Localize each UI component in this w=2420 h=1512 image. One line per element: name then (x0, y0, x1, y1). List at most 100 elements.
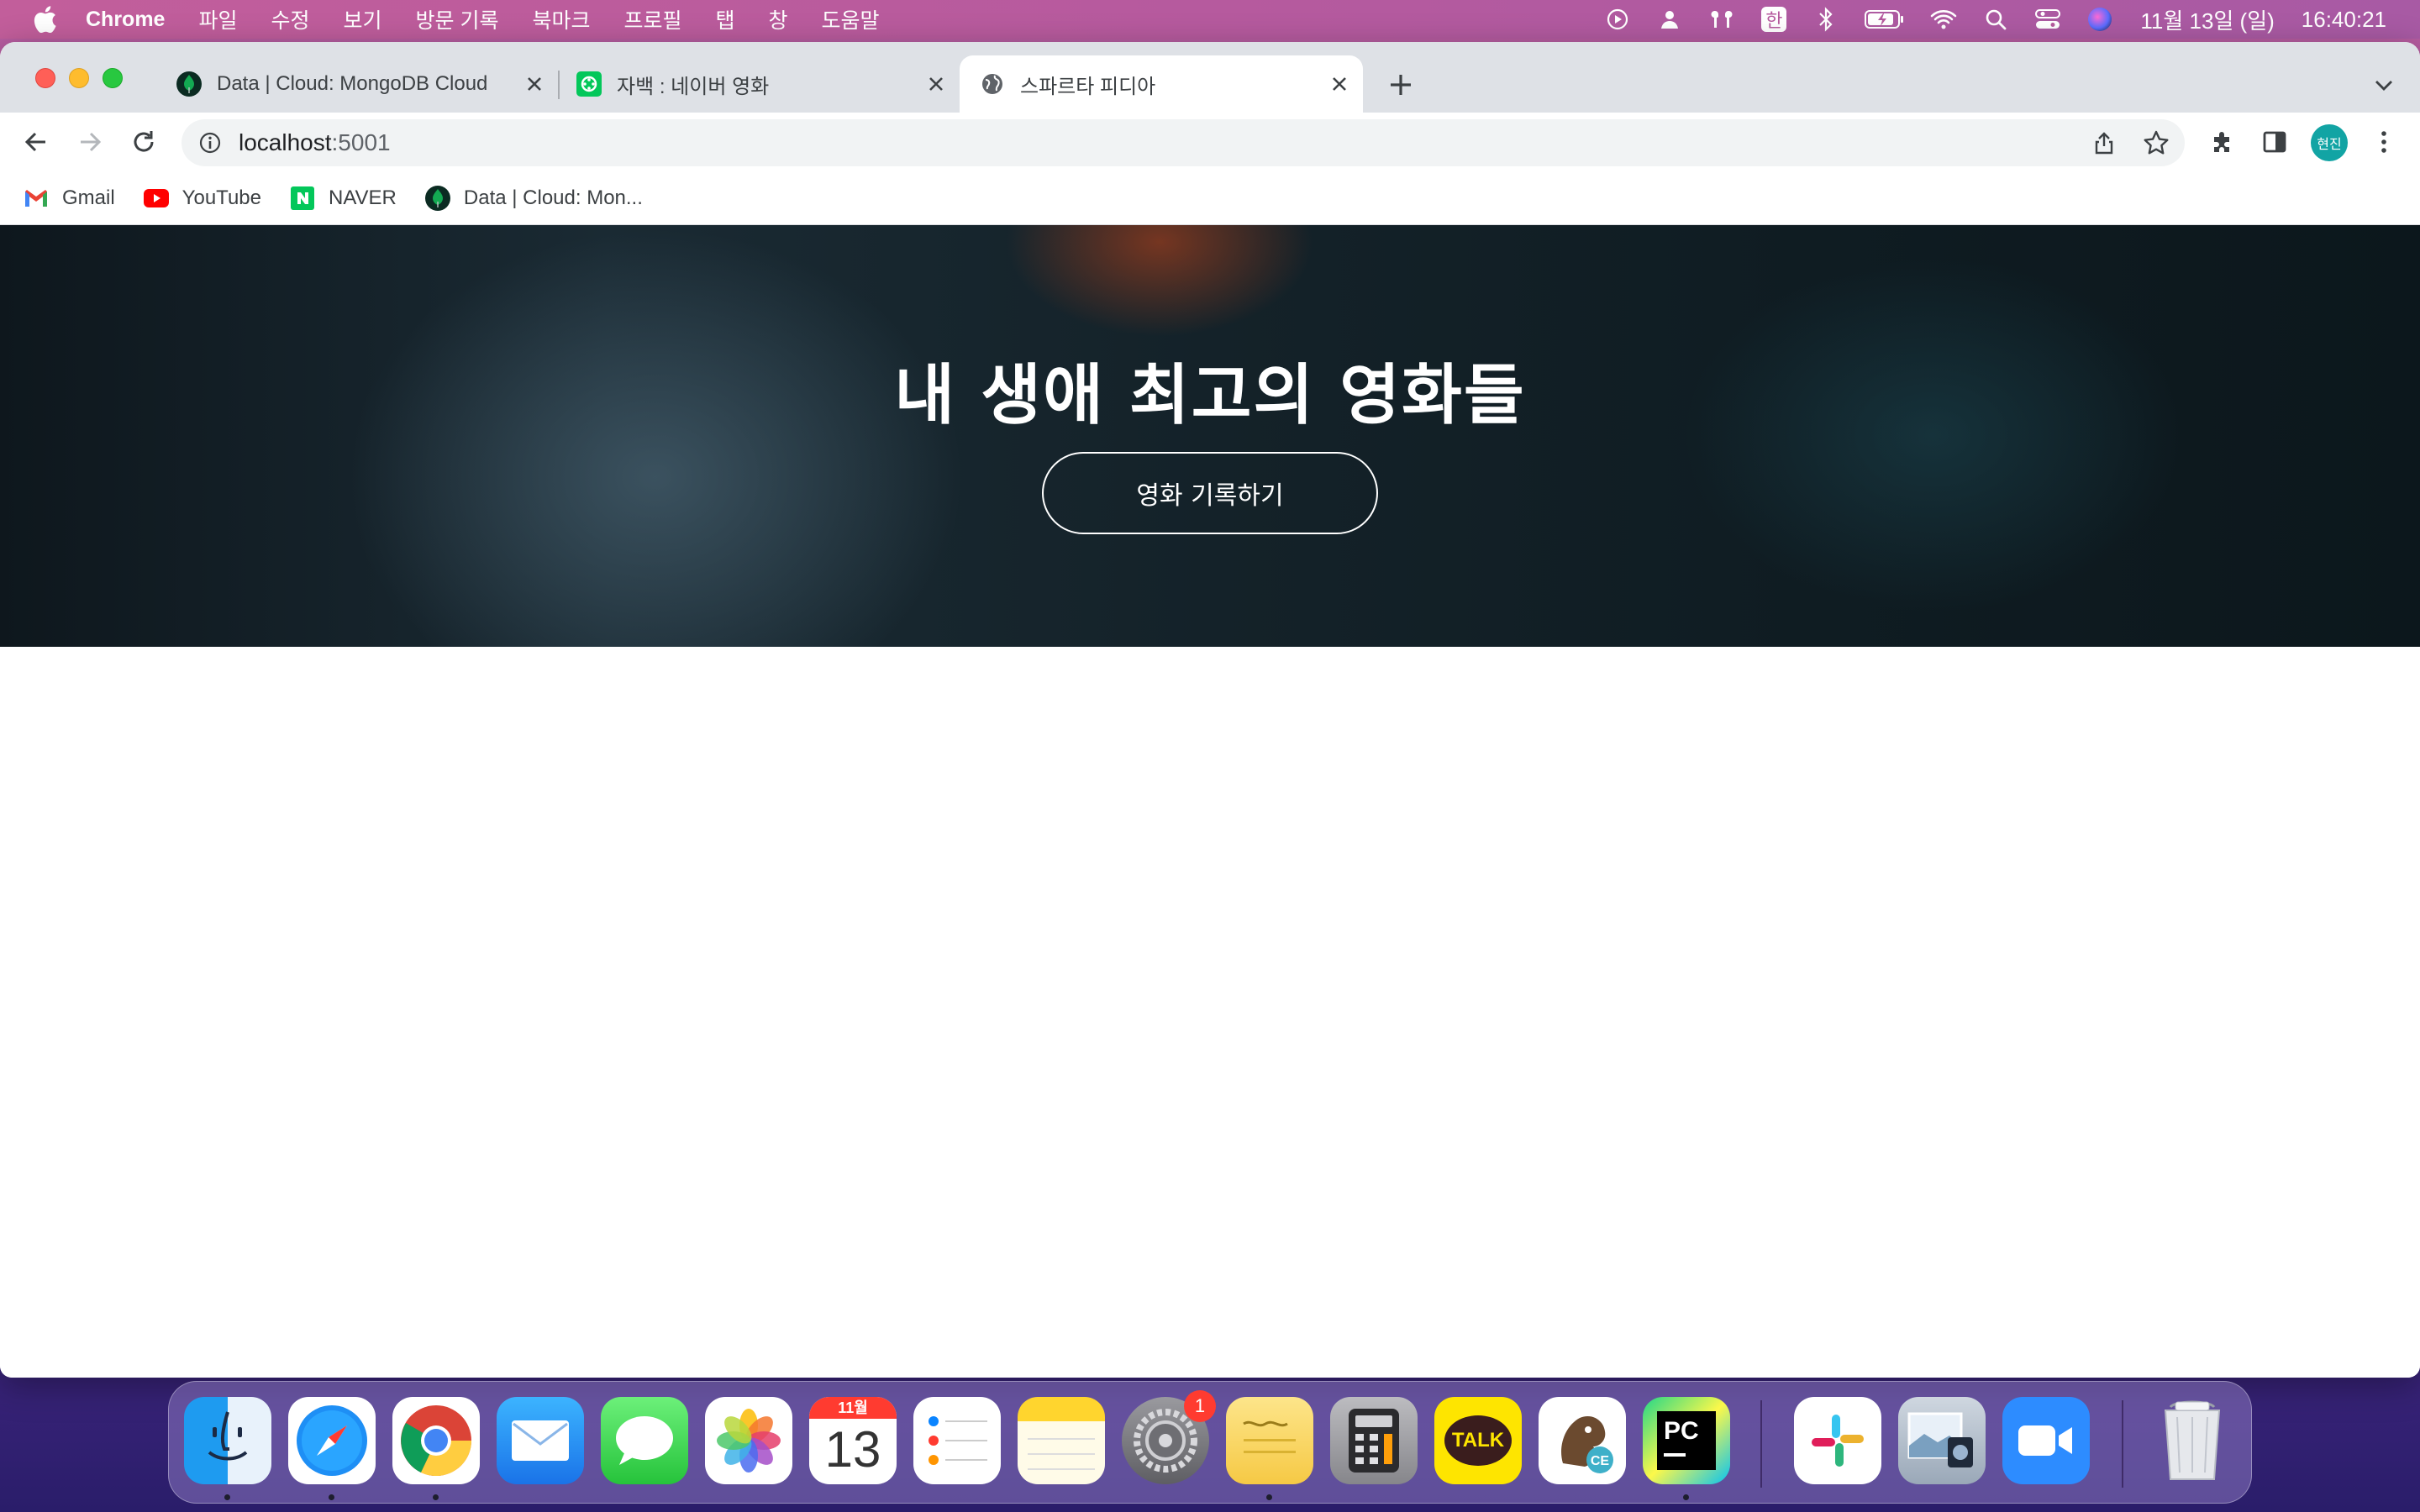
bookmark-gmail[interactable]: Gmail (24, 186, 115, 211)
user-icon[interactable] (1656, 6, 1683, 33)
bookmark-label: NAVER (328, 186, 397, 209)
notes-icon[interactable] (1018, 1397, 1105, 1484)
tab-naver-movie[interactable]: 자백 : 네이버 영화 (565, 55, 960, 113)
running-indicator (329, 1494, 334, 1500)
menu-profile[interactable]: 프로필 (623, 4, 681, 34)
bookmark-label: Gmail (62, 186, 115, 209)
naver-movie-icon (576, 71, 602, 97)
tab-sparta-pedia[interactable]: 스파르타 피디아 (960, 55, 1363, 113)
mongodb-leaf-icon (176, 71, 202, 97)
reminders-icon[interactable] (913, 1397, 1001, 1484)
calculator-icon[interactable] (1330, 1397, 1418, 1484)
dbeaver-icon[interactable]: CE (1539, 1397, 1626, 1484)
dock-separator (2122, 1400, 2123, 1488)
menubar-date[interactable]: 11월 13일 (일) (2140, 4, 2274, 35)
tab-mongodb[interactable]: Data | Cloud: MongoDB Cloud (165, 55, 558, 113)
extensions-puzzle-icon[interactable] (2208, 128, 2237, 156)
kakaotalk-label: TALK (1444, 1415, 1512, 1466)
bookmarks-bar: Gmail YouTube NAVER Data | Cloud: Mon... (0, 171, 2420, 225)
trash-icon[interactable] (2149, 1397, 2236, 1484)
siri-icon[interactable] (2086, 6, 2113, 33)
close-window-button[interactable] (35, 68, 55, 88)
stickies-icon[interactable] (1226, 1397, 1313, 1484)
running-indicator (1683, 1494, 1689, 1500)
url-text[interactable]: localhost:5001 (239, 129, 391, 156)
safari-icon[interactable] (288, 1397, 376, 1484)
zoom-icon[interactable] (2002, 1397, 2090, 1484)
menu-app-name[interactable]: Chrome (86, 8, 165, 32)
side-panel-icon[interactable] (2260, 128, 2289, 156)
new-tab-button[interactable] (1386, 71, 1415, 99)
bookmark-label: Data | Cloud: Mon... (463, 186, 643, 209)
naver-icon (290, 186, 315, 211)
svg-text:CE: CE (1591, 1454, 1610, 1468)
close-tab-icon[interactable] (524, 74, 544, 94)
calendar-month: 11월 (809, 1397, 897, 1419)
menu-tab[interactable]: 탭 (716, 4, 735, 34)
menu-bookmarks[interactable]: 북마크 (532, 4, 590, 34)
menu-file[interactable]: 파일 (198, 4, 237, 34)
hero-banner: 내 생애 최고의 영화들 영화 기록하기 (0, 225, 2420, 647)
chrome-icon[interactable] (392, 1397, 480, 1484)
globe-icon (980, 71, 1005, 97)
address-bar[interactable]: localhost:5001 (182, 119, 2185, 166)
bookmark-mongodb[interactable]: Data | Cloud: Mon... (424, 185, 643, 211)
minimize-window-button[interactable] (69, 68, 89, 88)
control-center-icon[interactable] (2034, 6, 2061, 33)
menu-window[interactable]: 창 (769, 4, 788, 34)
tab-title: 자백 : 네이버 영화 (617, 75, 770, 98)
close-tab-icon[interactable] (1329, 74, 1349, 94)
battery-icon[interactable] (1865, 6, 1905, 33)
messages-icon[interactable] (601, 1397, 688, 1484)
bluetooth-icon[interactable] (1812, 6, 1839, 33)
profile-avatar[interactable]: 현진 (2311, 124, 2348, 161)
finder-icon[interactable] (184, 1397, 271, 1484)
site-info-icon[interactable] (198, 131, 222, 155)
bookmark-star-icon[interactable] (2143, 129, 2170, 156)
menu-edit[interactable]: 수정 (271, 4, 309, 34)
mail-icon[interactable] (497, 1397, 584, 1484)
notification-badge: 1 (1184, 1390, 1216, 1422)
dock-separator (1760, 1400, 1762, 1488)
browser-toolbar: localhost:5001 현진 (0, 113, 2420, 171)
pycharm-label: PC (1664, 1417, 1699, 1445)
browser-window: Data | Cloud: MongoDB Cloud 자백 : 네이버 영화 … (0, 42, 2420, 1378)
spotlight-search-icon[interactable] (1982, 6, 2009, 33)
menu-view[interactable]: 보기 (344, 4, 382, 34)
more-menu-icon[interactable] (2370, 128, 2398, 156)
mongodb-leaf-icon (424, 185, 450, 211)
photos-icon[interactable] (705, 1397, 792, 1484)
kakaotalk-icon[interactable]: TALK (1434, 1397, 1522, 1484)
calendar-day: 13 (824, 1421, 881, 1478)
tab-strip: Data | Cloud: MongoDB Cloud 자백 : 네이버 영화 … (0, 42, 2420, 113)
menu-history[interactable]: 방문 기록 (416, 4, 499, 34)
bookmark-naver[interactable]: NAVER (290, 186, 397, 211)
back-button[interactable] (22, 128, 50, 156)
close-tab-icon[interactable] (926, 74, 946, 94)
screen-recording-icon[interactable] (1604, 6, 1631, 33)
input-method-icon[interactable]: 한 (1760, 6, 1787, 33)
calendar-icon[interactable]: 11월 13 (809, 1397, 897, 1484)
hero-title: 내 생애 최고의 영화들 (894, 358, 1526, 433)
share-icon[interactable] (2092, 131, 2116, 155)
tab-separator (558, 71, 560, 99)
preview-icon[interactable] (1898, 1397, 1986, 1484)
wifi-icon[interactable] (1930, 6, 1957, 33)
menubar-time[interactable]: 16:40:21 (2302, 7, 2386, 33)
slack-icon[interactable] (1794, 1397, 1881, 1484)
reload-button[interactable] (129, 128, 158, 156)
airpods-icon[interactable] (1708, 6, 1735, 33)
forward-button[interactable] (76, 128, 104, 156)
bookmark-youtube[interactable]: YouTube (143, 186, 261, 211)
pycharm-icon[interactable]: PC (1643, 1397, 1730, 1484)
page-content: 내 생애 최고의 영화들 영화 기록하기 (0, 225, 2420, 1378)
menu-help[interactable]: 도움말 (822, 4, 880, 34)
running-indicator (1266, 1494, 1272, 1500)
system-settings-icon[interactable]: 1 (1122, 1390, 1216, 1484)
fullscreen-window-button[interactable] (103, 68, 123, 88)
apple-icon[interactable] (32, 6, 57, 33)
input-method-label: 한 (1761, 7, 1787, 32)
record-movie-button[interactable]: 영화 기록하기 (1042, 452, 1378, 534)
tab-search-chevron-icon[interactable] (2373, 74, 2395, 96)
url-port: :5001 (331, 129, 391, 155)
